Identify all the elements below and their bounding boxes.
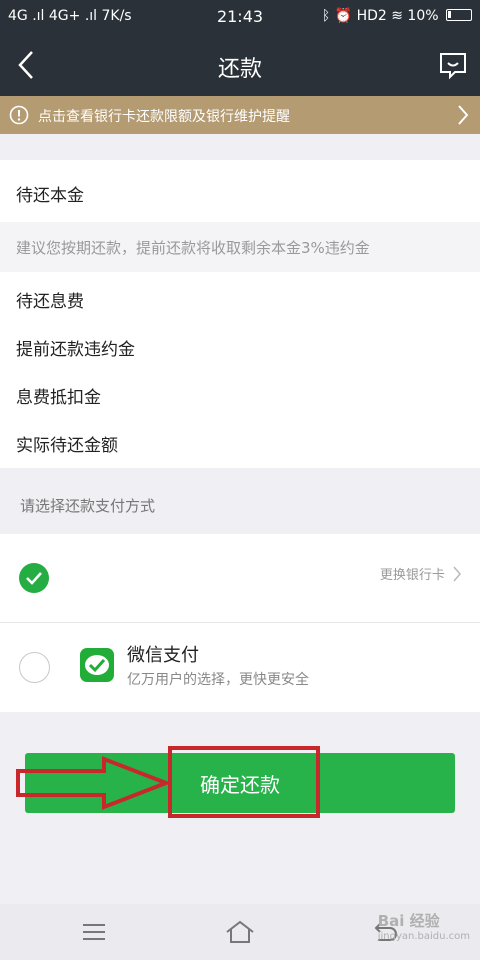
status-right-indicators: ᛒ ⏰ HD2 ≋ 10% xyxy=(322,8,472,24)
selected-check-icon[interactable] xyxy=(19,563,49,593)
watermark-text: Bai 经验 xyxy=(377,912,440,930)
penalty-label: 提前还款违约金 xyxy=(16,340,135,360)
change-card-label: 更换银行卡 xyxy=(379,568,445,583)
unselected-radio-icon[interactable] xyxy=(19,652,50,683)
page-title: 还款 xyxy=(217,57,262,82)
nav-bar: 还款 xyxy=(0,34,480,96)
wechat-pay-option[interactable]: 微信支付 亿万用户的选择，更快更安全 xyxy=(0,623,480,712)
wechat-pay-subtitle: 亿万用户的选择，更快更安全 xyxy=(127,672,309,688)
repayment-summary-card: 待还本金 xyxy=(0,160,480,222)
battery-icon xyxy=(446,9,472,21)
menu-icon[interactable] xyxy=(80,918,108,946)
home-icon[interactable] xyxy=(224,918,256,946)
wechat-pay-icon xyxy=(80,648,114,682)
watermark-sub: jingyan.baidu.com xyxy=(377,931,470,942)
chevron-right-icon xyxy=(453,566,462,582)
status-right-text: ᛒ ⏰ HD2 ≋ 10% xyxy=(321,8,439,24)
fee-details-card: 待还息费 提前还款违约金 息费抵扣金 实际待还金额 xyxy=(0,272,480,468)
principal-label: 待还本金 xyxy=(16,186,84,206)
chevron-right-icon xyxy=(458,105,469,125)
change-card-link[interactable]: 更换银行卡 xyxy=(380,564,462,583)
deduction-label: 息费抵扣金 xyxy=(16,388,101,408)
annotation-arrow-icon xyxy=(16,756,172,810)
bank-limit-notice[interactable]: 点击查看银行卡还款限额及银行维护提醒 xyxy=(0,96,480,134)
advice-text: 建议您按期还款，提前还款将收取剩余本金3%违约金 xyxy=(16,239,370,257)
early-repayment-advice: 建议您按期还款，提前还款将收取剩余本金3%违约金 xyxy=(0,222,480,272)
bank-card-option[interactable]: 更换银行卡 xyxy=(0,534,480,622)
baidu-jingyan-watermark: Bai 经验 jingyan.baidu.com xyxy=(378,910,470,942)
annotation-highlight-box xyxy=(168,746,320,818)
notice-text: 点击查看银行卡还款限额及银行维护提醒 xyxy=(38,109,290,125)
payment-method-hint: 请选择还款支付方式 xyxy=(20,497,156,515)
feedback-icon xyxy=(440,53,466,80)
wechat-pay-title: 微信支付 xyxy=(127,645,199,666)
interest-label: 待还息费 xyxy=(16,292,84,312)
info-icon xyxy=(9,105,29,125)
actual-amount-label: 实际待还金额 xyxy=(16,436,118,456)
status-bar: 4G .ıl 4G+ .ıl 7K/s 21:43 ᛒ ⏰ HD2 ≋ 10% xyxy=(0,0,480,34)
feedback-button[interactable] xyxy=(438,48,468,82)
system-nav-bar: Bai 经验 jingyan.baidu.com xyxy=(0,904,480,960)
